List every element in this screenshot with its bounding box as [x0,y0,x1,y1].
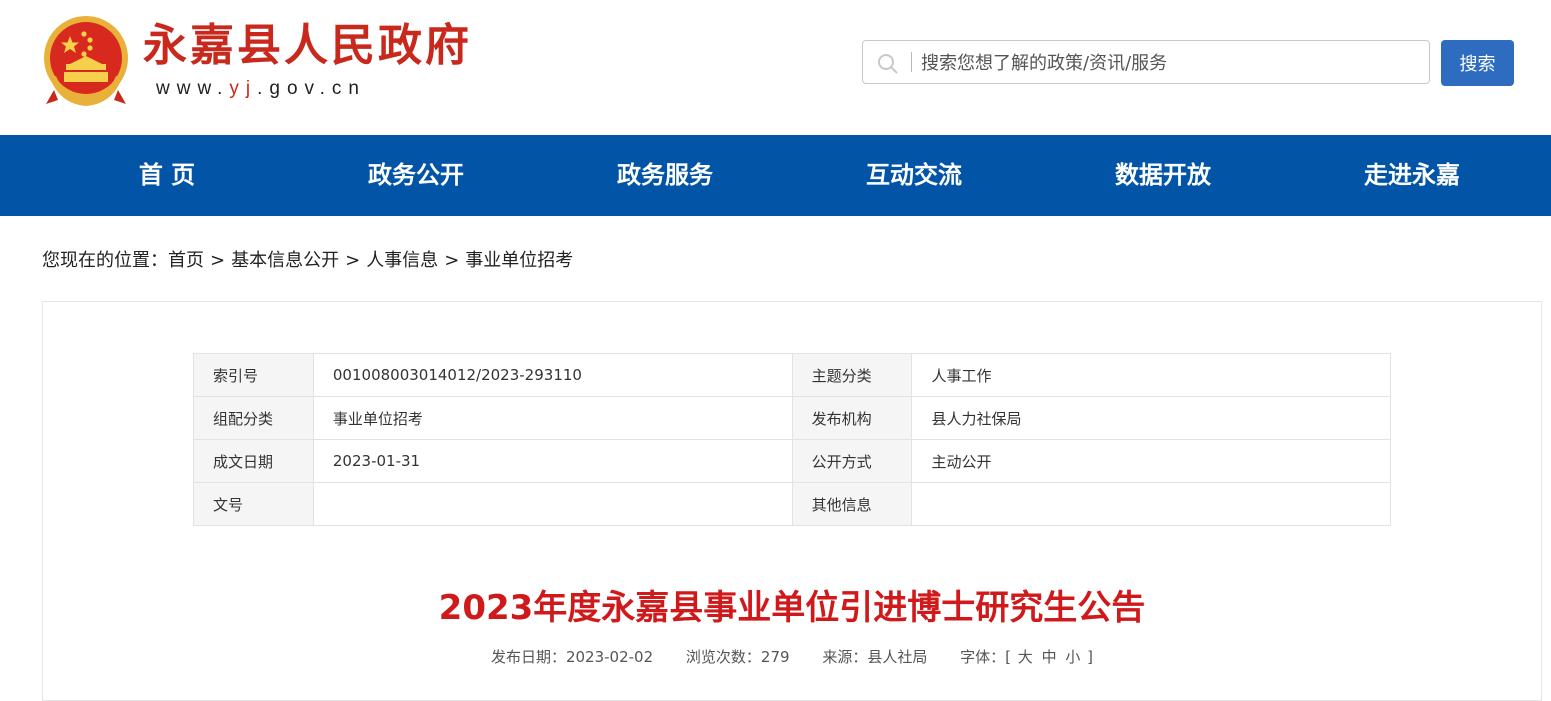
font-size-label: 字体：[ [960,648,1011,666]
breadcrumb-separator: > [210,250,226,271]
search-box[interactable] [862,40,1430,84]
table-row: 文号 其他信息 [193,482,1391,526]
breadcrumb-separator: > [444,250,460,271]
info-key: 索引号 [193,353,314,397]
nav-item-interaction[interactable]: 互动交流 [866,135,962,216]
info-value [312,482,793,526]
info-value: 事业单位招考 [312,396,793,440]
font-size-control: 字体：[ 大 中 小 ] [960,648,1093,666]
breadcrumb-recruitment[interactable]: 事业单位招考 [465,250,573,271]
site-title[interactable]: 永嘉县人民政府 [143,18,472,74]
info-key: 公开方式 [791,439,913,483]
nav-item-government-affairs-open[interactable]: 政务公开 [368,135,464,216]
article-meta: 发布日期：2023-02-02 浏览次数：279 来源：县人社局 字体：[ 大 … [0,646,1551,667]
info-value: 主动公开 [911,439,1391,483]
breadcrumb: 您现在的位置：首页 > 基本信息公开 > 人事信息 > 事业单位招考 [42,246,573,272]
info-value: 001008003014012/2023-293110 [312,353,793,397]
article-source: 来源：县人社局 [822,648,928,666]
url-highlight: yj [229,78,258,99]
info-value: 2023-01-31 [312,439,793,483]
breadcrumb-separator: > [345,250,361,271]
info-key: 组配分类 [193,396,314,440]
info-value [911,482,1391,526]
font-size-small-button[interactable]: 小 [1065,648,1080,666]
nav-item-open-data[interactable]: 数据开放 [1115,135,1211,216]
national-emblem-icon[interactable] [40,14,132,110]
info-value: 人事工作 [911,353,1391,397]
search-divider [911,52,912,72]
font-size-close: ] [1087,648,1094,666]
search-icon [878,54,898,74]
breadcrumb-home[interactable]: 首页 [168,250,204,271]
info-key: 文号 [193,482,314,526]
nav-item-home[interactable]: 首 页 [139,135,195,216]
document-info-table: 索引号 001008003014012/2023-293110 主题分类 人事工… [193,353,1391,526]
info-key: 其他信息 [791,482,913,526]
view-count: 浏览次数：279 [685,648,790,666]
article-title: 2023年度永嘉县事业单位引进博士研究生公告 [438,588,1146,628]
table-row: 成文日期 2023-01-31 公开方式 主动公开 [193,439,1391,483]
table-row: 索引号 001008003014012/2023-293110 主题分类 人事工… [193,353,1391,397]
nav-item-about-yongjia[interactable]: 走进永嘉 [1364,135,1460,216]
publish-date: 发布日期：2023-02-02 [490,648,654,666]
search-input[interactable] [919,47,1423,79]
breadcrumb-basic-info[interactable]: 基本信息公开 [231,250,339,271]
info-key: 发布机构 [791,396,913,440]
info-key: 主题分类 [791,353,913,397]
font-size-large-button[interactable]: 大 [1018,648,1033,666]
url-suffix: .gov.cn [257,78,366,99]
search-button[interactable]: 搜索 [1441,40,1514,86]
site-header: 永嘉县人民政府 www.yj.gov.cn 搜索 [0,0,1551,135]
main-nav: 首 页 政务公开 政务服务 互动交流 数据开放 走进永嘉 [0,135,1551,216]
nav-item-government-services[interactable]: 政务服务 [617,135,713,216]
breadcrumb-personnel-info[interactable]: 人事信息 [366,250,438,271]
table-row: 组配分类 事业单位招考 发布机构 县人力社保局 [193,396,1391,440]
breadcrumb-label: 您现在的位置： [42,250,168,271]
font-size-medium-button[interactable]: 中 [1042,648,1057,666]
site-url[interactable]: www.yj.gov.cn [156,78,366,100]
url-prefix: www. [156,78,230,99]
info-value: 县人力社保局 [911,396,1391,440]
info-key: 成文日期 [193,439,314,483]
